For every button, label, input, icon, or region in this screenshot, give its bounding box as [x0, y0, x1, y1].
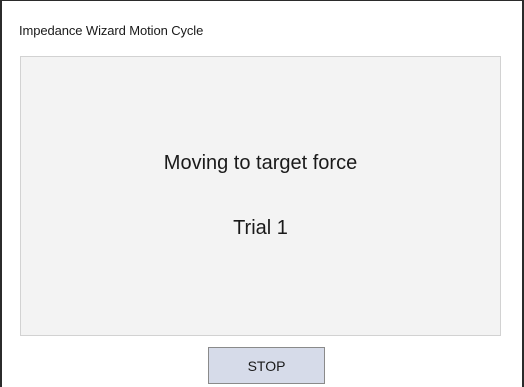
window-title: Impedance Wizard Motion Cycle	[19, 23, 204, 38]
motion-cycle-window: Impedance Wizard Motion Cycle Moving to …	[0, 0, 524, 387]
stop-button[interactable]: STOP	[208, 347, 325, 384]
trial-label: Trial 1	[233, 217, 288, 239]
status-panel: Moving to target force Trial 1	[20, 56, 501, 336]
status-message: Moving to target force	[163, 152, 358, 174]
